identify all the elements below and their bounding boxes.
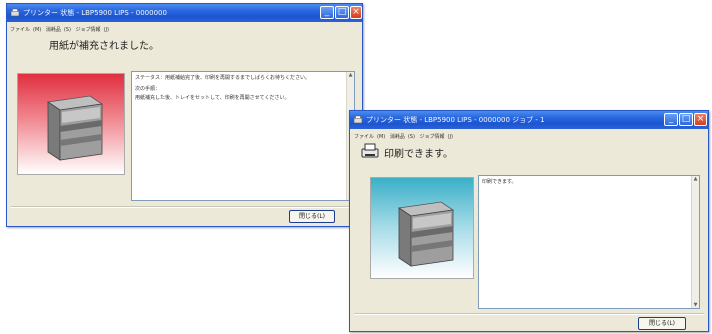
menu-consumables[interactable]: 消耗品: [390, 134, 405, 140]
divider: [11, 206, 358, 208]
close-window-button[interactable]: ×: [694, 113, 707, 126]
printer-status-image: [370, 177, 474, 279]
printer-status-window-error[interactable]: プリンター 状態 - LBP5900 LIPS - 0000000 _ □ × …: [6, 3, 363, 227]
window-title: プリンター 状態 - LBP5900 LIPS - 0000000 ジョブ - …: [366, 116, 545, 124]
detail-text-panel[interactable]: ステータス：用紙補給完了後、印刷を再開するまでしばらくお待ちください。 次の手順…: [131, 71, 355, 201]
maximize-icon: □: [681, 114, 691, 124]
menu-job-info[interactable]: ジョブ情報: [76, 27, 101, 33]
title-bar[interactable]: プリンター 状態 - LBP5900 LIPS - 0000000 ジョブ - …: [350, 111, 708, 129]
minimize-icon: _: [668, 114, 674, 124]
minimize-button[interactable]: _: [664, 113, 678, 126]
printer-app-icon: [353, 115, 363, 124]
divider: [354, 313, 704, 315]
printer-icon: [397, 201, 455, 267]
detail-line: 次の手順：: [135, 86, 161, 92]
status-message: 印刷できます。: [384, 149, 453, 160]
detail-line: 印刷できます。: [482, 179, 517, 185]
vertical-scrollbar[interactable]: ▲ ▼: [691, 176, 699, 308]
window-title: プリンター 状態 - LBP5900 LIPS - 0000000: [23, 9, 167, 17]
minimize-icon: _: [324, 7, 330, 17]
menu-job-info[interactable]: ジョブ情報: [420, 134, 445, 140]
menu-file[interactable]: ファイル: [10, 27, 30, 33]
menu-bar: ファイル (M) 消耗品 (S) ジョブ情報 (J): [10, 27, 109, 33]
close-icon: ×: [696, 114, 705, 124]
close-window-button[interactable]: ×: [350, 6, 362, 19]
detail-line: 用紙補充した後、トレイをセットして、印刷を再開させてください。: [135, 95, 290, 101]
close-button[interactable]: 閉じる(L): [638, 317, 686, 330]
scroll-up-icon[interactable]: ▲: [692, 176, 699, 182]
menu-file[interactable]: ファイル: [354, 134, 374, 140]
printer-ready-icon: [361, 143, 379, 158]
printer-status-image: [17, 73, 125, 175]
printer-app-icon: [10, 8, 20, 17]
maximize-button[interactable]: □: [335, 6, 349, 19]
scroll-down-icon[interactable]: ▼: [692, 302, 699, 308]
printer-icon: [46, 95, 104, 161]
maximize-button[interactable]: □: [679, 113, 693, 126]
menu-consumables[interactable]: 消耗品: [46, 27, 61, 33]
scroll-up-icon[interactable]: ▲: [347, 72, 354, 78]
printer-status-window-ready[interactable]: プリンター 状態 - LBP5900 LIPS - 0000000 ジョブ - …: [349, 110, 709, 332]
detail-text-panel[interactable]: 印刷できます。 ▲ ▼: [478, 175, 700, 309]
close-icon: ×: [352, 7, 360, 17]
status-message: 用紙が補充されました。: [49, 41, 159, 52]
menu-bar: ファイル (M) 消耗品 (S) ジョブ情報 (J): [354, 134, 453, 140]
minimize-button[interactable]: _: [320, 6, 334, 19]
detail-line: ステータス：用紙補給完了後、印刷を再開するまでしばらくお待ちください。: [135, 75, 311, 81]
maximize-icon: □: [337, 7, 347, 17]
close-button[interactable]: 閉じる(L): [289, 210, 335, 223]
title-bar[interactable]: プリンター 状態 - LBP5900 LIPS - 0000000 _ □ ×: [7, 4, 362, 22]
